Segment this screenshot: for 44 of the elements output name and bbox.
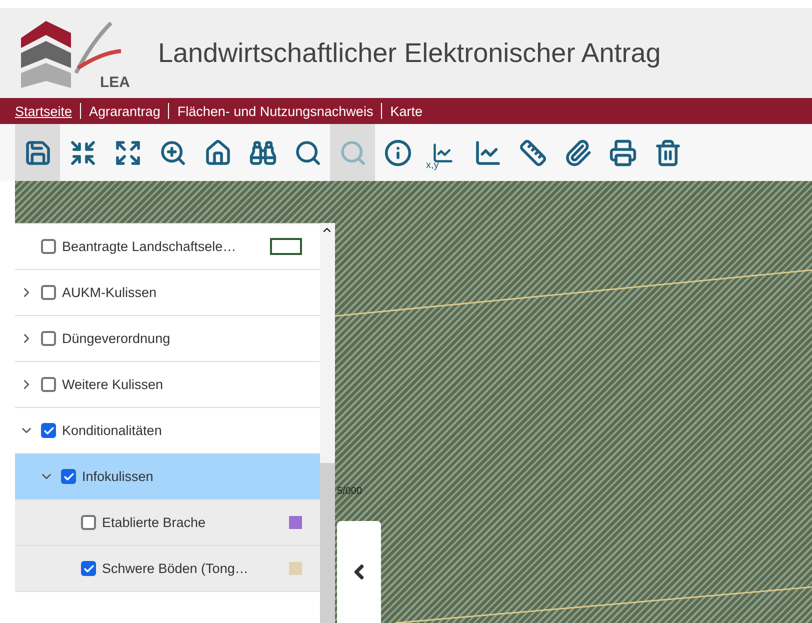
chart-line-icon	[474, 138, 502, 166]
layer-label: Konditionalitäten	[62, 423, 163, 438]
nav-link[interactable]: Flächen- und Nutzungsnachweis	[177, 104, 374, 118]
chart-line-icon	[432, 142, 454, 164]
nav-link[interactable]: Agrarantrag	[89, 104, 160, 118]
expand-icon	[114, 138, 142, 166]
layer-label: Düngeverordnung	[62, 331, 172, 346]
printer-icon	[608, 138, 636, 166]
nav-link[interactable]: Karte	[390, 104, 422, 118]
ruler-icon	[518, 138, 546, 166]
toolbar-button[interactable]: x,y	[420, 124, 465, 181]
layer-row[interactable]: Schwere Böden (Tong…	[15, 546, 320, 592]
checkbox[interactable]	[81, 561, 96, 576]
layer-label: AUKM-Kulissen	[62, 285, 158, 300]
panel-toggle-button[interactable]	[337, 521, 381, 623]
paperclip-icon	[564, 138, 592, 166]
scale-label: 5/000	[337, 486, 362, 497]
magnifier-icon	[338, 138, 366, 166]
checkbox[interactable]	[61, 469, 76, 484]
checkbox[interactable]	[41, 285, 56, 300]
checkbox[interactable]	[41, 423, 56, 438]
magnifier-icon	[294, 138, 322, 166]
layer-label: Schwere Böden (Tong…	[102, 561, 250, 576]
layer-label: Infokulissen	[82, 469, 154, 484]
collapse-icon	[68, 138, 96, 166]
trash-icon	[654, 138, 682, 166]
layer-label: Beantragte Landschaftsele…	[62, 239, 238, 254]
checkbox[interactable]	[41, 331, 56, 346]
scrollbar[interactable]	[320, 223, 335, 623]
layer-label: Weitere Kulissen	[62, 377, 164, 392]
layer-row[interactable]: Etablierte Brache	[15, 500, 320, 546]
save-icon	[24, 138, 52, 166]
app-title: Landwirtschaftlicher Elektronischer Antrag	[158, 38, 661, 68]
logo-text: LEA	[100, 74, 130, 91]
zoom-in-icon	[158, 138, 186, 166]
layer-label: Etablierte Brache	[102, 515, 207, 530]
checkbox[interactable]	[41, 239, 56, 254]
checkbox[interactable]	[41, 377, 56, 392]
nav-link[interactable]: Startseite	[15, 104, 72, 118]
layer-row[interactable]: Infokulissen	[15, 454, 320, 500]
binoculars-icon	[248, 138, 276, 166]
info-icon	[384, 138, 412, 166]
checkbox[interactable]	[81, 515, 96, 530]
toolbar-button[interactable]	[15, 124, 60, 181]
